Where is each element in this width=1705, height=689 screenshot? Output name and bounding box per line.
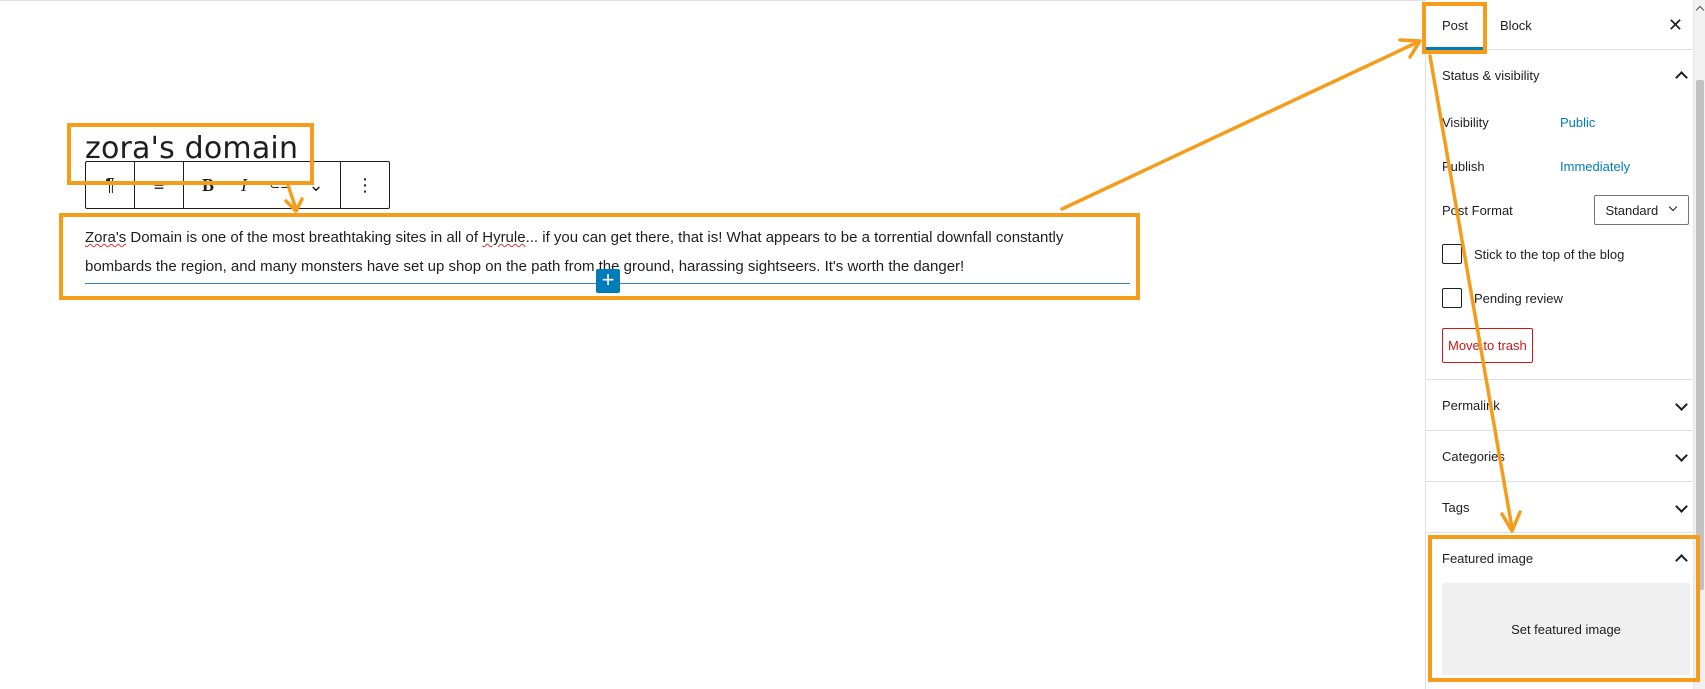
bold-button[interactable]: B bbox=[190, 167, 226, 203]
pending-review-label: Pending review bbox=[1474, 290, 1563, 306]
visibility-label: Visibility bbox=[1442, 114, 1489, 130]
align-icon[interactable]: ≡ bbox=[141, 167, 177, 203]
chevron-down-icon bbox=[1673, 499, 1689, 515]
paragraph-word-zoras: Zora's bbox=[85, 229, 127, 246]
set-featured-image-button[interactable]: Set featured image bbox=[1442, 583, 1690, 675]
tags-panel: Tags bbox=[1426, 482, 1705, 533]
stick-to-top-row: Stick to the top of the blog bbox=[1442, 232, 1689, 276]
tags-header[interactable]: Tags bbox=[1426, 482, 1705, 532]
publish-label: Publish bbox=[1442, 158, 1485, 174]
chevron-down-icon bbox=[1673, 397, 1689, 413]
tab-post[interactable]: Post bbox=[1426, 0, 1484, 50]
format-group: B I ⊂⊃ ⌄ bbox=[184, 162, 341, 208]
status-visibility-panel: Status & visibility Visibility Public Pu… bbox=[1426, 50, 1705, 380]
pending-review-checkbox[interactable] bbox=[1442, 288, 1462, 308]
chevron-down-icon bbox=[1673, 448, 1689, 464]
chevron-up-icon bbox=[1673, 550, 1689, 566]
featured-image-panel: Featured image Set featured image bbox=[1426, 533, 1705, 675]
block-toolbar: ¶ ≡ B I ⊂⊃ ⌄ ⋮ bbox=[85, 161, 390, 209]
featured-image-title: Featured image bbox=[1442, 550, 1534, 566]
categories-panel: Categories bbox=[1426, 431, 1705, 482]
options-icon[interactable]: ⋮ bbox=[347, 167, 383, 203]
tab-block[interactable]: Block bbox=[1484, 0, 1548, 50]
paragraph-icon[interactable]: ¶ bbox=[92, 167, 128, 203]
sidebar-tabs: Post Block ✕ bbox=[1426, 0, 1705, 50]
post-format-row: Post Format Standard bbox=[1442, 188, 1689, 232]
featured-image-header[interactable]: Featured image bbox=[1426, 533, 1705, 583]
chevron-down-icon[interactable]: ⌄ bbox=[298, 167, 334, 203]
post-format-select[interactable]: Standard bbox=[1594, 195, 1689, 225]
permalink-title: Permalink bbox=[1442, 397, 1500, 413]
settings-sidebar: Post Block ✕ Status & visibility Visibil… bbox=[1425, 0, 1705, 689]
post-format-label: Post Format bbox=[1442, 202, 1513, 218]
chevron-down-icon bbox=[1668, 202, 1680, 218]
scroll-up-icon[interactable] bbox=[1696, 4, 1704, 12]
categories-title: Categories bbox=[1442, 448, 1505, 464]
permalink-panel: Permalink bbox=[1426, 380, 1705, 431]
stick-to-top-label: Stick to the top of the blog bbox=[1474, 246, 1625, 262]
publish-link[interactable]: Immediately bbox=[1560, 159, 1630, 174]
permalink-header[interactable]: Permalink bbox=[1426, 380, 1705, 430]
paragraph-text-1: Domain is one of the most breathtaking s… bbox=[126, 229, 483, 246]
close-icon[interactable]: ✕ bbox=[1668, 16, 1683, 34]
align-group: ≡ bbox=[135, 162, 184, 208]
italic-button[interactable]: I bbox=[226, 167, 262, 203]
pending-review-row: Pending review bbox=[1442, 276, 1689, 320]
publish-row: Publish Immediately bbox=[1442, 144, 1689, 188]
link-icon[interactable]: ⊂⊃ bbox=[262, 167, 298, 203]
options-group: ⋮ bbox=[341, 162, 389, 208]
block-inserter-button[interactable]: + bbox=[596, 269, 620, 293]
status-visibility-header[interactable]: Status & visibility bbox=[1426, 50, 1705, 100]
featured-image-body: Set featured image bbox=[1426, 583, 1705, 675]
editor-canvas: zora's domain ¶ ≡ B I ⊂⊃ ⌄ ⋮ Zora's Doma… bbox=[0, 0, 1425, 689]
sidebar-scrollbar[interactable] bbox=[1693, 0, 1705, 689]
visibility-row: Visibility Public bbox=[1442, 100, 1689, 144]
stick-to-top-checkbox[interactable] bbox=[1442, 244, 1462, 264]
paragraph-word-hyrule: Hyrule bbox=[482, 229, 526, 246]
post-format-value: Standard bbox=[1605, 202, 1659, 218]
status-visibility-body: Visibility Public Publish Immediately Po… bbox=[1426, 100, 1705, 379]
block-type-group: ¶ bbox=[86, 162, 135, 208]
move-to-trash-button[interactable]: Move to trash bbox=[1442, 328, 1533, 363]
categories-header[interactable]: Categories bbox=[1426, 431, 1705, 481]
scrollbar-thumb[interactable] bbox=[1696, 80, 1704, 590]
tags-title: Tags bbox=[1442, 499, 1470, 515]
visibility-link[interactable]: Public bbox=[1560, 115, 1595, 130]
chevron-up-icon bbox=[1673, 67, 1689, 83]
status-visibility-title: Status & visibility bbox=[1442, 67, 1540, 83]
